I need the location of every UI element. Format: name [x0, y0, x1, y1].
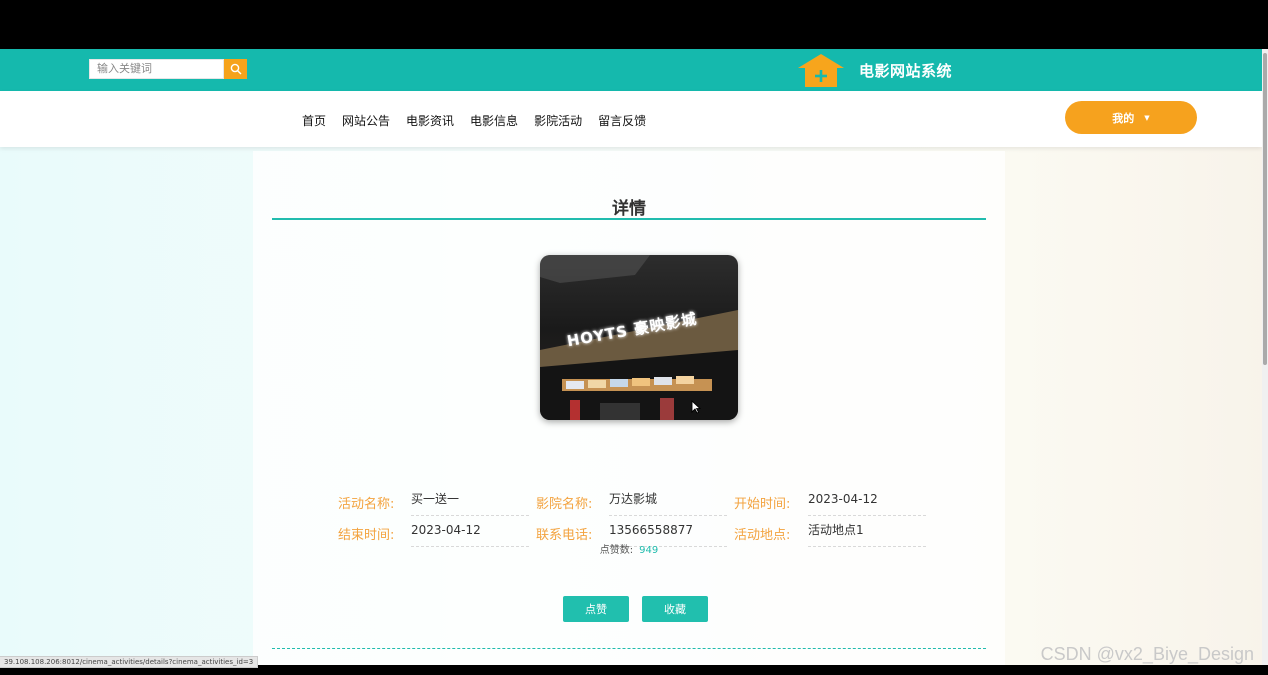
scrollbar-thumb[interactable]	[1263, 53, 1267, 365]
nav-item-movie-news[interactable]: 电影资讯	[406, 112, 454, 129]
like-button[interactable]: 点赞	[563, 596, 629, 622]
bottom-dashed-divider	[272, 648, 986, 649]
detail-panel: 详情 HOYTS 豪映影城 活动名称: 买一送一 影院名称: 万达影城 开始时间…	[253, 151, 1005, 665]
search-button[interactable]	[224, 59, 247, 79]
page-scrollbar[interactable]	[1262, 49, 1268, 665]
field-label-activity-name: 活动名称:	[338, 497, 395, 512]
home-logo-icon	[798, 54, 844, 87]
nav-item-announcements[interactable]: 网站公告	[342, 112, 390, 129]
like-count-value: 949	[639, 545, 659, 556]
field-label-start-time: 开始时间:	[734, 497, 791, 512]
field-value-activity-name: 买一送一	[411, 491, 529, 516]
favorite-button[interactable]: 收藏	[642, 596, 708, 622]
field-value-start-time: 2023-04-12	[808, 491, 926, 516]
csdn-watermark: CSDN @vx2_Biye_Design	[1040, 644, 1254, 664]
browser-viewport: 输入关键词 电影网站系统 首页 网站公告 电影资讯 电影信息 影院活动 留言反馈…	[0, 49, 1268, 665]
page-title: 详情	[612, 199, 646, 219]
search-input[interactable]: 输入关键词	[89, 59, 224, 79]
nav-item-cinema-activities[interactable]: 影院活动	[534, 112, 582, 129]
like-count-label: 点赞数:	[599, 545, 634, 556]
caret-down-icon: ▼	[1144, 113, 1150, 122]
site-title: 电影网站系统	[859, 62, 953, 80]
nav-item-movie-info[interactable]: 电影信息	[470, 112, 518, 129]
field-value-cinema-name: 万达影城	[609, 491, 727, 516]
title-divider	[272, 218, 986, 220]
my-account-label: 我的	[1112, 111, 1135, 125]
my-account-dropdown[interactable]: 我的 ▼	[1065, 101, 1197, 134]
search-icon	[230, 63, 241, 75]
top-header-bar: 输入关键词 电影网站系统	[0, 49, 1262, 91]
activity-photo: HOYTS 豪映影城	[540, 255, 738, 420]
nav-item-feedback[interactable]: 留言反馈	[598, 112, 646, 129]
nav-item-home[interactable]: 首页	[302, 112, 326, 129]
status-bar-url: 39.108.108.206:8012/cinema_activities/de…	[0, 656, 259, 668]
main-nav-bar: 首页 网站公告 电影资讯 电影信息 影院活动 留言反馈 我的 ▼	[0, 91, 1262, 147]
field-label-cinema-name: 影院名称:	[536, 497, 593, 512]
like-count-row: 点赞数: 949	[253, 541, 1005, 556]
mouse-cursor-icon	[691, 400, 701, 414]
